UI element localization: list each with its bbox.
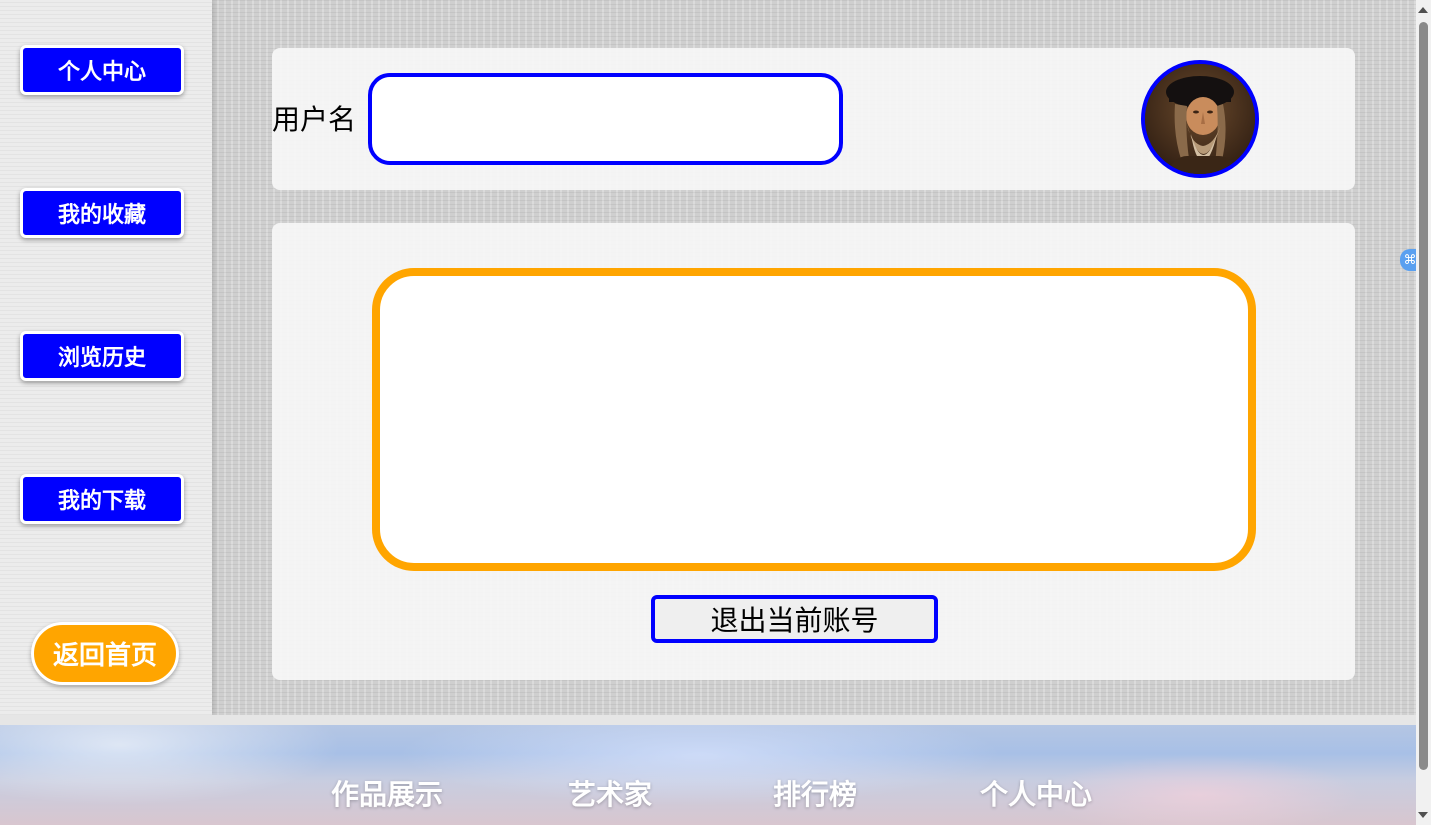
home-button[interactable]: 返回首页 [31,622,179,685]
scroll-thumb[interactable] [1419,22,1428,770]
avatar[interactable] [1141,60,1259,178]
nav-item-works[interactable]: 作品展示 [331,773,443,813]
scroll-up-icon[interactable] [1418,7,1428,13]
nav-item-artists[interactable]: 艺术家 [568,773,652,813]
scroll-down-icon[interactable] [1418,812,1428,818]
bio-textarea[interactable] [372,268,1256,571]
sidebar-item-downloads[interactable]: 我的下载 [20,474,184,524]
sidebar: 个人中心 我的收藏 浏览历史 我的下载 返回首页 [0,0,212,715]
portrait-avatar-icon [1145,64,1255,174]
nav-item-personal-center[interactable]: 个人中心 [980,773,1092,813]
username-input[interactable] [368,73,843,165]
nav-item-ranking[interactable]: 排行榜 [773,773,857,813]
logout-button[interactable]: 退出当前账号 [651,595,938,643]
footer-nav: 作品展示 艺术家 排行榜 个人中心 [0,715,1416,825]
sidebar-item-personal-center[interactable]: 个人中心 [20,45,184,95]
footer-divider [0,715,1416,725]
sidebar-item-favorites[interactable]: 我的收藏 [20,188,184,238]
profile-body-panel: 退出当前账号 [272,223,1355,680]
scrollbar[interactable] [1416,0,1431,825]
sidebar-item-history[interactable]: 浏览历史 [20,331,184,381]
profile-header-panel: 用户名 [272,48,1355,190]
username-label: 用户名 [272,103,357,136]
